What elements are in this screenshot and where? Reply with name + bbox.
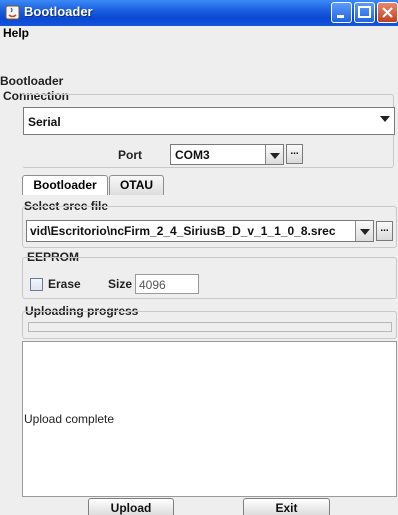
java-app-icon: [5, 5, 20, 20]
section-label-bootloader: Bootloader: [0, 74, 64, 88]
menu-help[interactable]: Help: [3, 26, 29, 40]
port-browse-button[interactable]: ...: [286, 144, 303, 164]
chevron-down-icon[interactable]: [355, 221, 373, 241]
title-bar[interactable]: Bootloader: [0, 0, 398, 26]
close-icon: [382, 7, 393, 18]
exit-button[interactable]: Exit: [243, 498, 330, 515]
erase-label: Erase: [48, 277, 81, 291]
port-label: Port: [118, 148, 142, 162]
size-value: 4096: [139, 278, 166, 292]
erase-checkbox[interactable]: [30, 278, 43, 291]
chevron-down-icon[interactable]: [265, 145, 283, 164]
connection-type-select[interactable]: Serial: [23, 107, 395, 135]
window-title: Bootloader: [24, 4, 93, 19]
maximize-icon: [358, 6, 371, 18]
menu-bar: Help: [0, 26, 398, 61]
port-value: COM3: [175, 148, 210, 162]
minimize-icon: [337, 15, 344, 18]
srec-file-select[interactable]: vid\Escritorio\ncFirm_2_4_SiriusB_D_v_1_…: [26, 220, 374, 242]
log-area[interactable]: Upload complete: [22, 341, 397, 497]
chevron-down-icon[interactable]: [376, 108, 394, 134]
size-label: Size: [108, 277, 133, 291]
log-text: Upload complete: [24, 412, 115, 426]
srec-browse-button[interactable]: ...: [376, 221, 393, 241]
close-button[interactable]: [377, 2, 398, 23]
tab-bootloader-label: Bootloader: [33, 178, 97, 192]
maximize-button[interactable]: [354, 2, 375, 23]
tab-bootloader[interactable]: Bootloader: [22, 175, 108, 195]
srec-file-path: vid\Escritorio\ncFirm_2_4_SiriusB_D_v_1_…: [30, 224, 336, 238]
tab-otau-label: OTAU: [119, 178, 154, 192]
connection-type-value: Serial: [28, 115, 61, 129]
port-select[interactable]: COM3: [170, 144, 284, 165]
upload-button[interactable]: Upload: [88, 498, 174, 515]
tab-otau[interactable]: OTAU: [109, 175, 164, 195]
bootloader-window: Bootloader Help Bootloader Connection Se…: [0, 0, 398, 515]
minimize-button[interactable]: [331, 2, 352, 23]
size-field[interactable]: 4096: [135, 274, 199, 294]
progress-bar: [28, 322, 392, 332]
